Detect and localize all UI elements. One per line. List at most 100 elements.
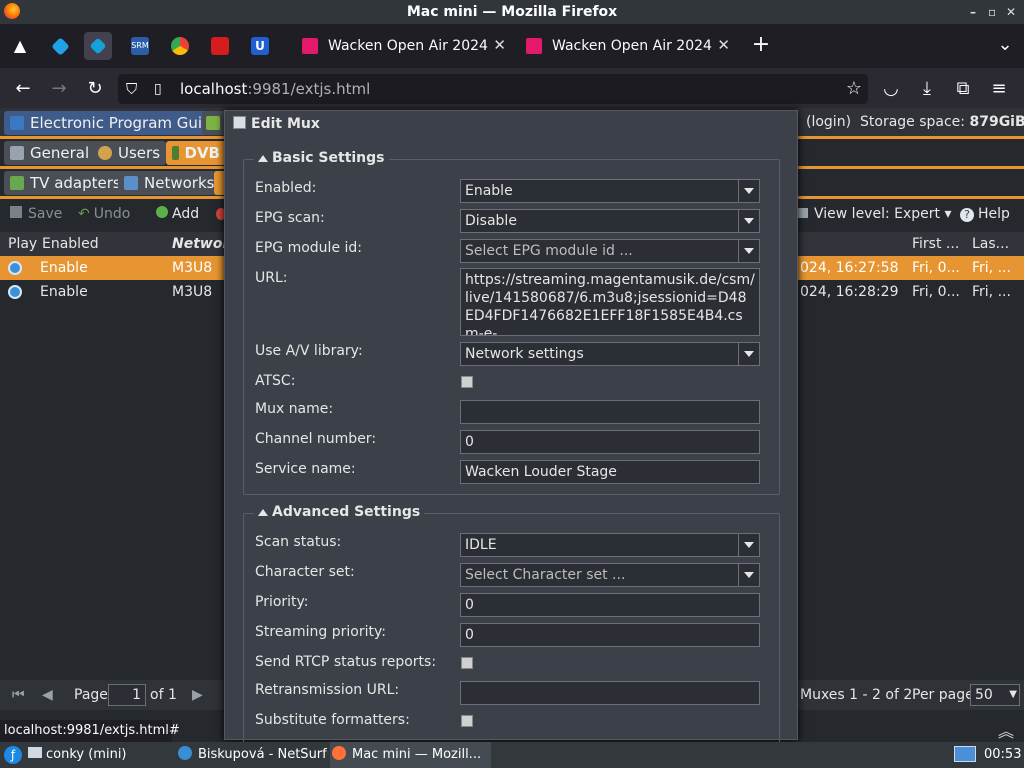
tab-general[interactable]: General xyxy=(4,141,96,165)
edit-icon xyxy=(233,116,246,129)
cell-last-seen: Fri, ... xyxy=(972,284,1011,300)
downloads-icon[interactable]: ⤓ xyxy=(916,78,938,100)
priority-input[interactable]: 0 xyxy=(460,593,760,617)
tab-dvr[interactable] xyxy=(202,111,226,135)
add-button[interactable]: Add xyxy=(156,206,199,222)
pinned-tab-warning[interactable]: ▲ xyxy=(6,32,34,60)
bookmark-star-icon[interactable]: ☆ xyxy=(846,74,862,104)
epg-scan-select[interactable]: Disable xyxy=(460,209,760,233)
save-button[interactable]: Save xyxy=(10,206,62,222)
col-network[interactable]: Network xyxy=(172,232,224,256)
kodi-icon xyxy=(50,36,70,56)
minimize-button[interactable]: – xyxy=(970,0,976,24)
taskbar-item-conky[interactable]: conky (mini) xyxy=(28,742,127,768)
cell-created: 024, 16:27:58 xyxy=(800,260,899,276)
menu-hamburger-icon[interactable]: ≡ xyxy=(988,78,1010,100)
tab-dvb[interactable]: DVB xyxy=(166,141,226,165)
col-first-seen[interactable]: First ... xyxy=(912,232,959,256)
new-tab-button[interactable]: + xyxy=(750,34,772,56)
mux-name-input[interactable] xyxy=(460,400,760,424)
extensions-icon[interactable]: ⧉ xyxy=(952,78,974,100)
pinned-tab-srm[interactable]: SRM xyxy=(126,32,154,60)
play-icon[interactable] xyxy=(8,285,22,299)
back-arrow-icon[interactable]: ← xyxy=(12,78,34,100)
cell-enabled: Enable xyxy=(40,284,88,300)
rtcp-checkbox[interactable] xyxy=(461,657,473,669)
pocket-icon[interactable]: ◡ xyxy=(880,78,902,100)
col-play[interactable]: Play xyxy=(8,232,37,256)
page-info-icon[interactable]: ▯ xyxy=(154,74,162,104)
pinned-tab-kodi-blue[interactable] xyxy=(46,32,74,60)
scan-status-label: Scan status: xyxy=(255,534,342,550)
taskbar-item-netsurf[interactable]: Biskupová - NetSurf xyxy=(178,742,327,768)
tab-networks[interactable]: Networks xyxy=(118,171,221,195)
play-icon[interactable] xyxy=(8,261,22,275)
enabled-select[interactable]: Enable xyxy=(460,179,760,203)
collapse-up-icon[interactable]: ︽ xyxy=(998,718,1014,742)
advanced-settings-legend[interactable]: Advanced Settings xyxy=(254,504,425,520)
atsc-checkbox[interactable] xyxy=(461,376,473,388)
help-button[interactable]: ? Help xyxy=(960,206,1010,222)
undo-button[interactable]: ↶ Undo xyxy=(78,206,130,222)
per-page-select[interactable]: 50 ▼ xyxy=(970,684,1020,706)
next-page-icon[interactable]: ▶ xyxy=(192,680,203,710)
rtcp-label: Send RTCP status reports: xyxy=(255,654,437,670)
view-level-dropdown[interactable]: View level: Expert ▾ xyxy=(798,206,952,222)
first-page-icon[interactable]: ⏮ xyxy=(12,680,25,710)
tab-wacken-1[interactable]: Wacken Open Air 2024 ✕ xyxy=(302,30,506,62)
tab-wacken-2[interactable]: Wacken Open Air 2024 ✕ xyxy=(526,30,730,62)
chevron-down-icon xyxy=(744,542,754,548)
service-name-input[interactable]: Wacken Louder Stage xyxy=(460,460,760,484)
tab-electronic-program-guide[interactable]: Electronic Program Guide xyxy=(4,111,227,135)
pinned-tab-kodi[interactable] xyxy=(84,32,112,60)
page-number-input[interactable]: 1 xyxy=(108,684,146,706)
pinned-tab-red[interactable] xyxy=(206,32,234,60)
pinned-tab-chrome[interactable] xyxy=(166,32,194,60)
charset-select[interactable]: Select Character set ... xyxy=(460,563,760,587)
close-tab-icon[interactable]: ✕ xyxy=(717,36,730,54)
reload-icon[interactable]: ↻ xyxy=(84,78,106,100)
substitute-formatters-checkbox[interactable] xyxy=(461,715,473,727)
dialog-titlebar[interactable]: Edit Mux xyxy=(225,111,797,137)
close-window-button[interactable]: ✕ xyxy=(1006,0,1016,24)
window-titlebar: Mac mini — Mozilla Firefox – ▫ ✕ xyxy=(0,0,1024,24)
maximize-button[interactable]: ▫ xyxy=(988,0,996,24)
url-text[interactable]: localhost:9981/extjs.html xyxy=(180,74,370,104)
help-icon: ? xyxy=(960,208,974,222)
taskbar: ƒ conky (mini) Biskupová - NetSurf Mac m… xyxy=(0,742,1024,768)
basic-settings-legend[interactable]: Basic Settings xyxy=(254,150,389,166)
url-textarea[interactable]: https://streaming.magentamusik.de/csm/li… xyxy=(460,268,760,336)
retransmission-url-input[interactable] xyxy=(460,681,760,705)
col-last-seen[interactable]: Las... xyxy=(972,232,1009,256)
tab-users[interactable]: Users xyxy=(92,141,167,165)
url-bar[interactable]: ⛉ ▯ localhost:9981/extjs.html ☆ xyxy=(118,74,868,104)
red-app-icon xyxy=(211,37,229,55)
undo-icon: ↶ xyxy=(78,206,90,222)
channel-number-input[interactable]: 0 xyxy=(460,430,760,454)
epg-module-select[interactable]: Select EPG module id ... xyxy=(460,239,760,263)
shield-icon[interactable]: ⛉ xyxy=(126,74,137,104)
tab-tv-adapters[interactable]: TV adapters xyxy=(4,171,127,195)
service-name-label: Service name: xyxy=(255,461,356,477)
col-enabled[interactable]: Enabled xyxy=(42,232,99,256)
av-library-select[interactable]: Network settings xyxy=(460,342,760,366)
window-title: Mac mini — Mozilla Firefox xyxy=(406,4,618,20)
close-tab-icon[interactable]: ✕ xyxy=(493,36,506,54)
page-label: Page xyxy=(74,687,108,703)
prev-page-icon[interactable]: ◀ xyxy=(42,680,53,710)
taskbar-item-firefox[interactable]: Mac mini — Mozill... xyxy=(330,742,492,768)
clock[interactable]: 00:53 xyxy=(984,742,1021,768)
network-monitor-icon[interactable] xyxy=(954,746,976,762)
tab-label: Users xyxy=(118,144,161,162)
scan-status-select[interactable]: IDLE xyxy=(460,533,760,557)
list-all-tabs-icon[interactable]: ⌄ xyxy=(994,34,1016,56)
per-page-label: Per page xyxy=(912,687,974,703)
login-link[interactable]: (login) xyxy=(806,114,851,130)
streaming-priority-input[interactable]: 0 xyxy=(460,623,760,647)
forward-arrow-icon[interactable]: → xyxy=(48,78,70,100)
wrench-icon xyxy=(10,146,24,160)
start-menu-icon[interactable]: ƒ xyxy=(4,746,22,764)
pinned-tab-ublock[interactable]: U xyxy=(246,32,274,60)
firefox-icon xyxy=(332,746,346,760)
recorder-icon xyxy=(206,116,220,130)
